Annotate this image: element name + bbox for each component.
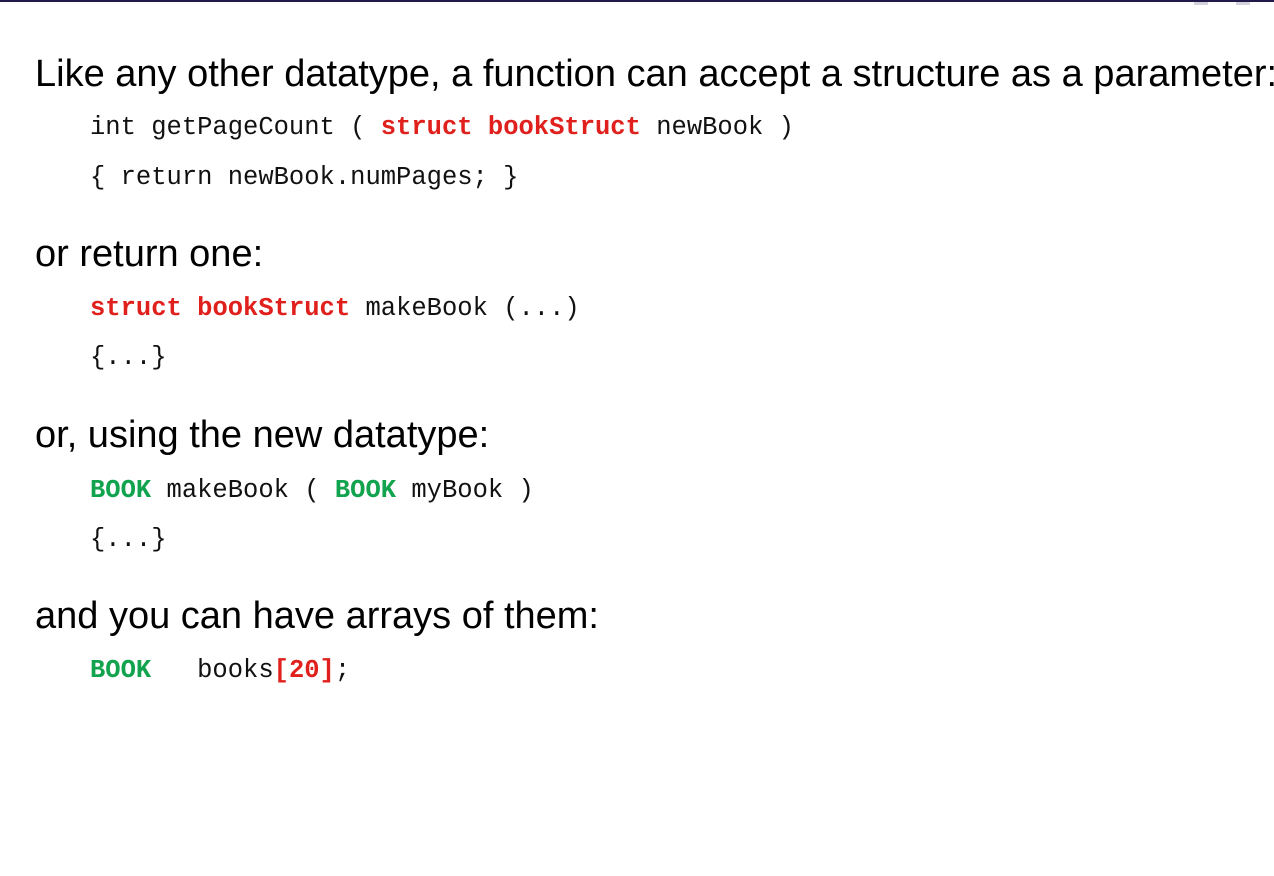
code-getpagecount-body: { return newBook.numPages; } [90,163,519,192]
typedef-type-name: BOOK [90,476,152,505]
code-text: myBook ) [396,476,534,505]
code-makebook-signature: struct bookStruct makeBook (...) [90,296,580,322]
heading-typedef: or, using the new datatype: [35,414,490,456]
typedef-type-name: BOOK [90,656,152,685]
struct-keyword: struct [90,294,182,323]
code-text: makeBook (...) [350,294,580,323]
code-text: int getPageCount ( [90,113,381,142]
code-text: makeBook ( [151,476,335,505]
slide-content: Like any other datatype, a function can … [35,0,1274,876]
code-array-declaration: BOOK books[20]; [90,658,350,684]
code-getpagecount-signature: int getPageCount ( struct bookStruct new… [90,115,794,141]
code-makebook-body: {...} [90,343,167,372]
code-text: ; [334,656,351,685]
code-typedef-signature: BOOK makeBook ( BOOK myBook ) [90,478,534,504]
heading-param: Like any other datatype, a function can … [35,53,1274,95]
heading-return: or return one: [35,233,264,275]
heading-arrays: and you can have arrays of them: [35,595,599,637]
struct-keyword: struct [380,113,473,142]
struct-type-name: bookStruct [487,113,641,142]
array-size: [20] [273,656,335,685]
typedef-type-name: BOOK [334,476,397,505]
struct-type-name: bookStruct [197,294,351,323]
code-typedef-body: {...} [90,525,167,554]
code-text: books [151,656,274,685]
code-text: newBook ) [640,113,794,142]
